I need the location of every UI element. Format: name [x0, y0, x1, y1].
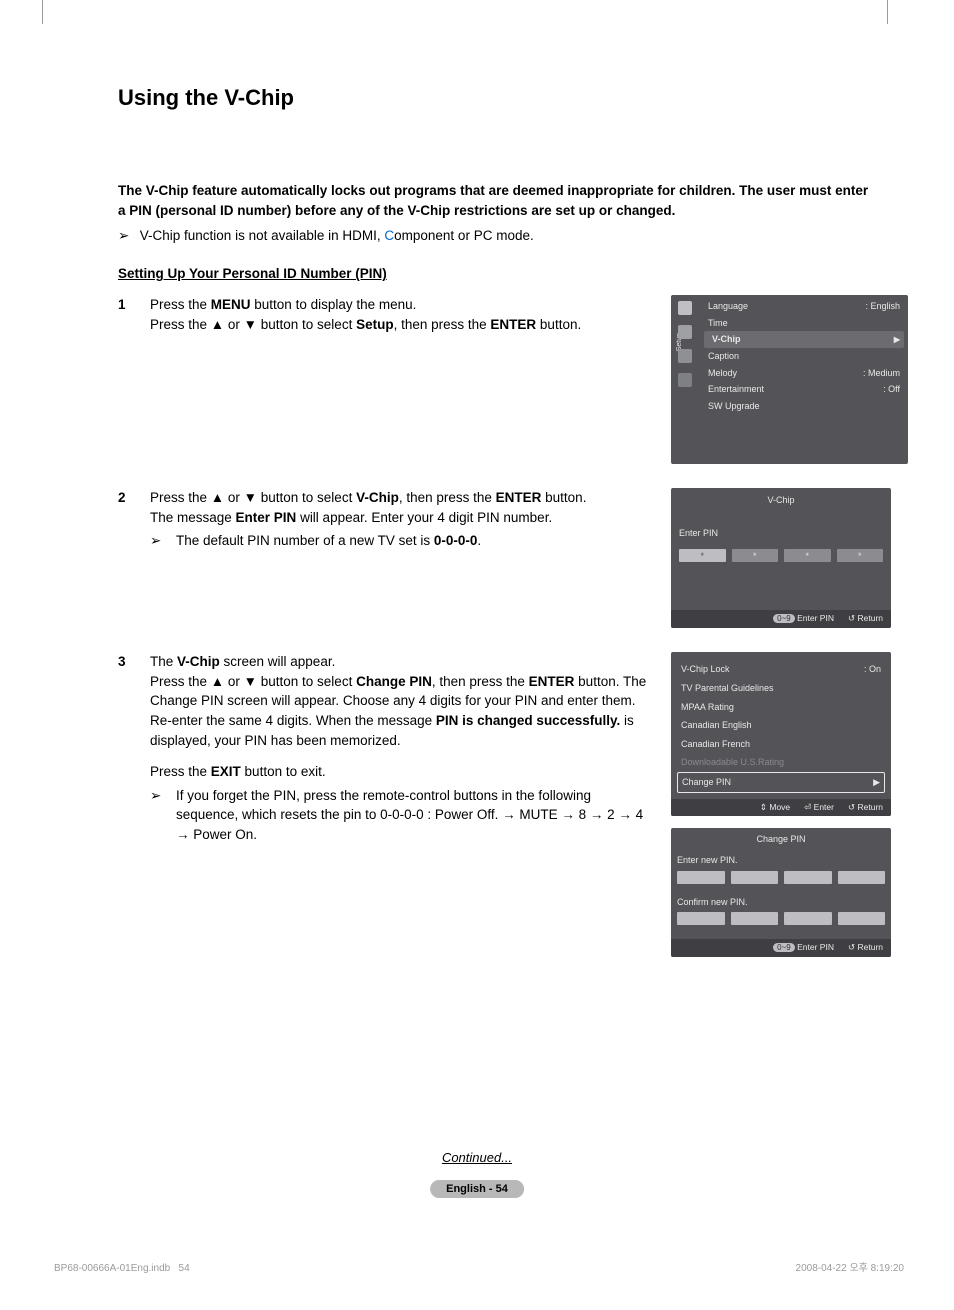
pin-box[interactable]	[838, 871, 886, 884]
osd-label: Enter PIN	[677, 525, 885, 550]
footer-left: BP68-00666A-01Eng.indb 54	[54, 1263, 190, 1274]
section-subtitle: Setting Up Your Personal ID Number (PIN)	[118, 266, 879, 281]
attachment-icon	[678, 349, 692, 363]
arrow-icon: ➢	[150, 786, 168, 845]
return-icon: ↺	[848, 802, 855, 812]
enter-icon: ⏎	[804, 802, 811, 812]
crop-mark	[42, 0, 43, 24]
osd-row-swupgrade: SW Upgrade	[700, 398, 908, 415]
osd-row-mpaa: MPAA Rating	[677, 698, 885, 717]
osd-title: Change PIN	[677, 832, 885, 852]
osd-row-time: Time	[700, 315, 908, 332]
step-2: 2 Press the ▲ or ▼ button to select V-Ch…	[118, 488, 653, 551]
envelope-icon	[678, 373, 692, 387]
return-icon: ↺	[848, 613, 855, 623]
pin-box[interactable]	[677, 871, 725, 884]
pin-box[interactable]: *	[837, 549, 884, 562]
digits-pill: 0~9	[773, 614, 795, 623]
chevron-right-icon: ▶	[873, 776, 880, 789]
osd-row-caption: Caption	[700, 348, 908, 365]
gear-icon	[678, 325, 692, 339]
pin-box[interactable]	[731, 871, 779, 884]
continued-label: Continued...	[0, 1150, 954, 1165]
osd-row-language: Language: English	[700, 298, 908, 315]
osd-row-changepin[interactable]: Change PIN▶	[677, 772, 885, 793]
osd-row-can-en: Canadian English	[677, 716, 885, 735]
note-line: ➢ V-Chip function is not available in HD…	[118, 228, 879, 244]
pin-box[interactable]	[731, 912, 779, 925]
osd-row-can-fr: Canadian French	[677, 735, 885, 754]
osd-label: Confirm new PIN.	[677, 894, 885, 913]
pin-box[interactable]	[677, 912, 725, 925]
osd-change-pin: Change PIN Enter new PIN. Confirm new PI…	[671, 828, 891, 957]
return-icon: ↺	[848, 942, 855, 952]
osd-row-vchiplock: V-Chip Lock: On	[677, 660, 885, 679]
intro-paragraph: The V-Chip feature automatically locks o…	[118, 181, 879, 220]
osd-vchip-menu: V-Chip Lock: On TV Parental Guidelines M…	[671, 652, 891, 816]
chevron-right-icon: ▶	[894, 334, 900, 345]
pin-box[interactable]	[784, 912, 832, 925]
osd-row-melody: Melody: Medium	[700, 365, 908, 382]
arrow-icon: ➢	[150, 531, 168, 551]
osd-row-entertainment: Entertainment: Off	[700, 381, 908, 398]
page-number-pill: English - 54	[430, 1180, 524, 1198]
move-icon: ⇕	[760, 802, 767, 812]
digits-pill: 0~9	[773, 943, 795, 952]
step-1: 1 Press the MENU button to display the m…	[118, 295, 653, 334]
osd-title: V-Chip	[677, 492, 885, 525]
osd-row-vchip[interactable]: V-Chip▶	[704, 331, 904, 348]
footer-right: 2008-04-22 오후 8:19:20	[796, 1259, 904, 1274]
osd-enter-pin: V-Chip Enter PIN * * * * 0~9 Enter PIN ↺…	[671, 488, 891, 628]
pin-box[interactable]	[784, 871, 832, 884]
crop-mark	[887, 0, 888, 24]
step-3: 3 The V-Chip screen will appear. Press t…	[118, 652, 653, 844]
osd-row-downloadable: Downloadable U.S.Rating	[677, 753, 885, 772]
tool-icon	[678, 301, 692, 315]
pin-box[interactable]: *	[679, 549, 726, 562]
page-title: Using the V-Chip	[118, 85, 879, 111]
pin-box[interactable]	[838, 912, 886, 925]
pin-box[interactable]: *	[784, 549, 831, 562]
arrow-icon: ➢	[118, 228, 136, 244]
pin-box[interactable]: *	[732, 549, 779, 562]
osd-row-tvparental: TV Parental Guidelines	[677, 679, 885, 698]
osd-label: Enter new PIN.	[677, 852, 885, 871]
osd-setup-menu: Setup Language: English Time V-Chip▶ Cap…	[671, 295, 908, 464]
